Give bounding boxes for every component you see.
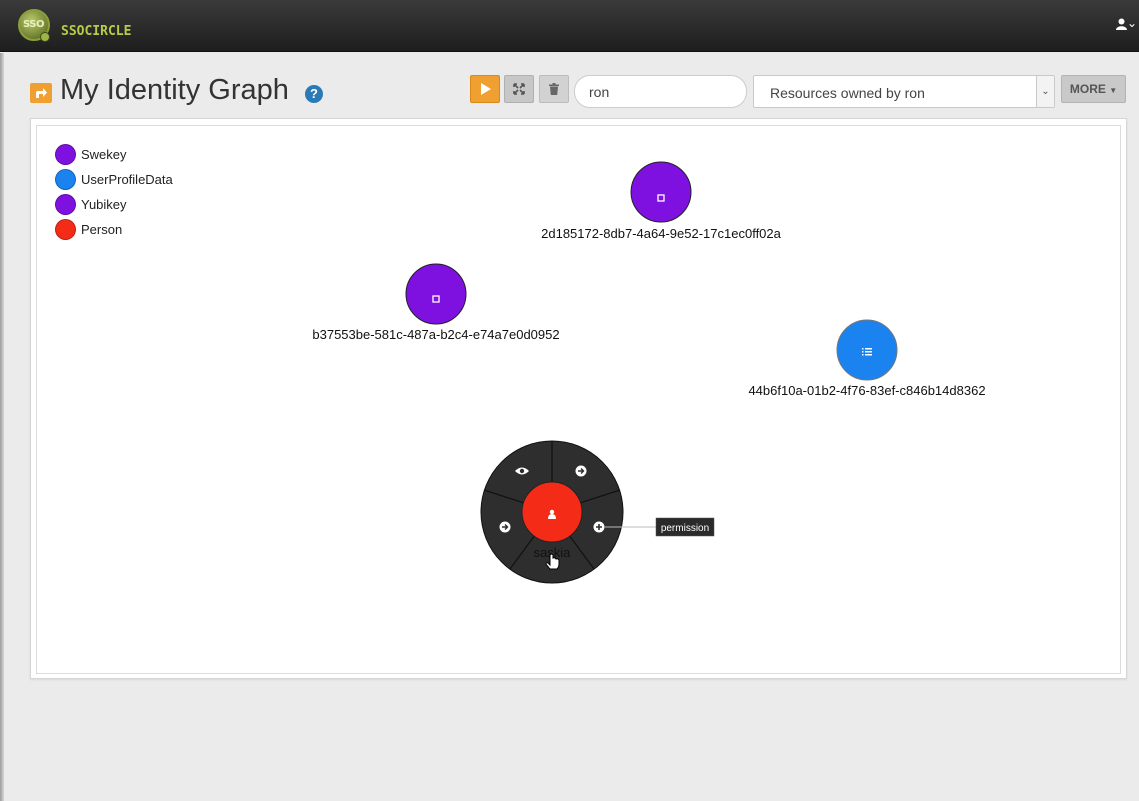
legend-swatch (55, 219, 76, 240)
legend-label: Person (81, 222, 123, 237)
node-label: saskia (534, 545, 572, 560)
delete-button[interactable] (539, 75, 569, 103)
filter-select[interactable]: Resources owned by ron ⌄ (753, 75, 1055, 108)
node-label: b37553be-581c-487a-b2c4-e74a7e0d0952 (312, 327, 559, 342)
filter-selected-value: Resources owned by ron (770, 85, 925, 101)
legend-item-yubikey: Yubikey (55, 194, 127, 215)
legend-label: Swekey (81, 147, 127, 162)
arrow-circle-icon[interactable] (575, 465, 587, 477)
top-navbar: SSO SSOCIRCLE ⌄ (0, 0, 1139, 52)
search-input[interactable] (574, 75, 747, 108)
expand-icon (513, 83, 525, 95)
graph-canvas[interactable] (36, 125, 1121, 674)
legend-item-swekey: Swekey (55, 144, 127, 165)
logo-text[interactable]: SSOCIRCLE (61, 24, 131, 39)
caret-down-icon: ▼ (1109, 86, 1118, 95)
node-label: 2d185172-8db7-4a64-9e52-17c1ec0ff02a (541, 226, 782, 241)
plus-circle-icon[interactable] (593, 521, 605, 533)
page-title: My Identity Graph (60, 74, 289, 106)
legend-label: UserProfileData (81, 172, 173, 187)
user-menu[interactable]: ⌄ (1115, 16, 1137, 30)
graph-panel (30, 118, 1127, 679)
legend-swatch (55, 144, 76, 165)
play-icon (480, 83, 491, 95)
play-button[interactable] (470, 75, 500, 103)
legend-item-userprofiledata: UserProfileData (55, 169, 173, 190)
user-icon (1115, 18, 1127, 30)
more-button[interactable]: MORE ▼ (1061, 75, 1126, 103)
expand-button[interactable] (504, 75, 534, 103)
arrow-circle-icon[interactable] (499, 521, 511, 533)
logo-dot (40, 32, 50, 42)
legend-swatch (55, 169, 76, 190)
left-edge (0, 53, 4, 801)
node-label: 44b6f10a-01b2-4f76-83ef-c846b14d8362 (748, 383, 985, 398)
chevron-down-icon[interactable]: ⌄ (1036, 76, 1054, 107)
legend-item-person: Person (55, 219, 122, 240)
logo-badge-text: SSO (23, 19, 44, 30)
legend-label: Yubikey (81, 197, 127, 212)
trash-icon (549, 83, 559, 95)
more-label: MORE (1069, 82, 1106, 96)
help-icon[interactable]: ? (305, 85, 323, 103)
chevron-down-icon: ⌄ (1126, 16, 1137, 30)
legend-swatch (55, 194, 76, 215)
list-icon (862, 348, 872, 356)
share-icon[interactable] (30, 83, 52, 103)
